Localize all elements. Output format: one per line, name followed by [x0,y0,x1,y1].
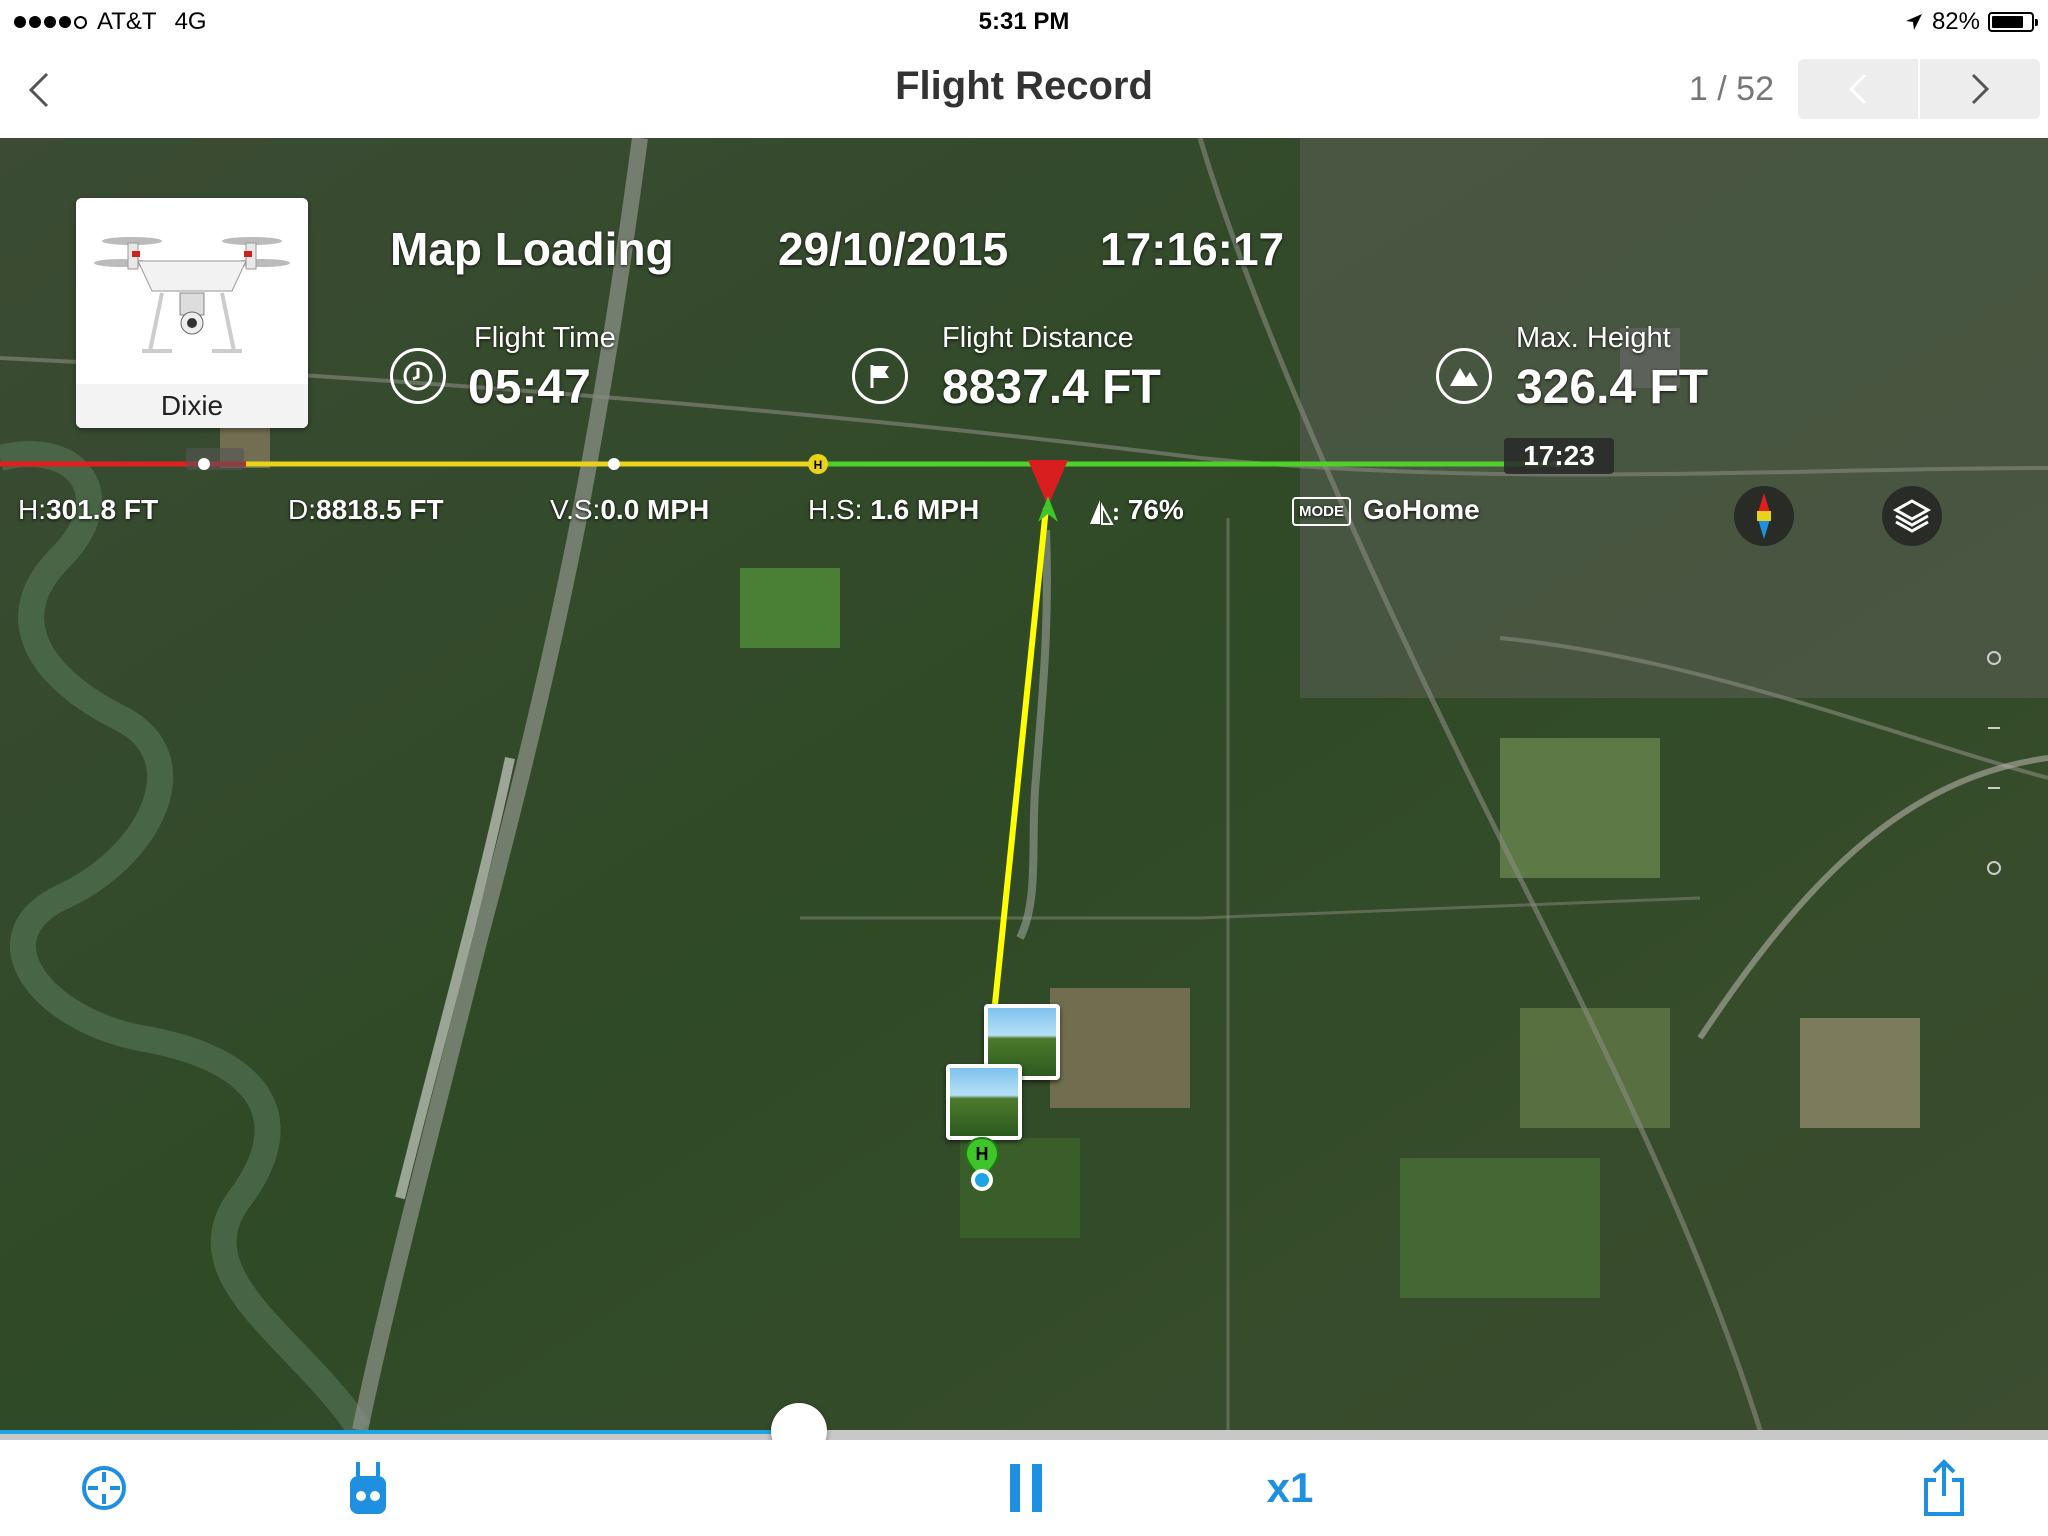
status-bar: AT&T 4G 5:31 PM 82% [0,0,2048,42]
mode-badge: MODE [1292,497,1351,527]
compass-icon [1757,493,1771,539]
flight-mode-value: GoHome [1363,494,1480,525]
horizontal-speed-value: 1.6 MPH [870,494,980,525]
status-right: 82% [1904,8,2038,36]
drone-icon [94,237,290,353]
drone-image [76,198,308,384]
page-counter: 1 / 52 [1688,70,1774,108]
flag-icon [852,348,908,404]
distance-value: 8818.5 FT [316,494,444,525]
compass-button[interactable] [1734,486,1794,546]
aircraft-battery-value: 76% [1127,494,1184,525]
vertical-speed-value: 0.0 MPH [600,494,710,525]
flight-mode-readout: MODE GoHome [1292,494,1480,527]
home-point-marker: H [964,1136,1000,1191]
pause-icon [1010,1464,1042,1512]
flight-distance-label: Flight Distance [942,322,1134,354]
map-scale-indicator [1987,651,2001,875]
aircraft-position-marker [1028,460,1068,522]
remote-controller-button[interactable] [332,1452,404,1524]
playback-toolbar: x1 [0,1440,2048,1536]
location-label: Map Loading [390,223,674,275]
flight-date: 29/10/2015 [778,223,1009,275]
locate-button[interactable] [68,1452,140,1524]
flight-map[interactable]: Dixie Map Loading 29/10/2015 17:16:17 Fl… [0,138,2048,1430]
aircraft-card: Dixie [76,198,308,428]
aircraft-name: Dixie [76,384,308,428]
battery-readout: 76% [1086,494,1184,526]
distance-readout: D:8818.5 FT [288,494,444,525]
timeline-current-time: 17:23 [1504,438,1614,474]
crosshair-icon [82,1466,126,1510]
share-button[interactable] [1908,1452,1980,1524]
flight-start-time: 17:16:17 [1100,223,1285,275]
previous-record-button[interactable] [1798,59,1920,119]
map-layers-button[interactable] [1882,486,1942,546]
pause-button[interactable] [990,1452,1062,1524]
chevron-left-icon [1848,73,1867,105]
max-height-label: Max. Height [1516,322,1671,354]
height-value: 301.8 FT [46,494,159,525]
photo-thumbnail[interactable] [946,1064,1022,1140]
clock-icon [390,348,446,404]
location-arrow-icon [1905,14,1922,30]
aircraft-battery-icon [1090,499,1118,525]
playback-slider[interactable] [0,1403,2048,1459]
max-height-value: 326.4 FT [1516,361,1709,414]
record-pager [1798,59,2040,119]
svg-text:H: H [814,458,823,472]
vertical-speed-readout: V.S:0.0 MPH [550,494,710,525]
next-record-button[interactable] [1920,59,2040,119]
battery-icon [1988,12,2038,32]
flight-time-value: 05:47 [468,361,591,414]
horizontal-speed-readout: H.S: 1.6 MPH [808,494,980,525]
svg-text:H: H [976,1144,989,1164]
layers-icon [1892,499,1932,533]
clock: 5:31 PM [978,8,1070,35]
flight-time-label: Flight Time [474,322,616,354]
playback-speed-button[interactable]: x1 [1250,1452,1330,1524]
share-icon [1924,1459,1964,1516]
remote-controller-icon [350,1462,386,1514]
chevron-right-icon [1971,73,1990,105]
flight-distance-value: 8837.4 FT [942,361,1161,414]
battery-percent: 82% [1931,8,1980,35]
playback-progress [0,1430,799,1434]
mountain-icon [1436,348,1492,404]
playback-speed-label: x1 [1266,1464,1314,1511]
nav-bar: Flight Record 1 / 52 [0,42,2048,139]
height-readout: H:301.8 FT [18,494,159,525]
